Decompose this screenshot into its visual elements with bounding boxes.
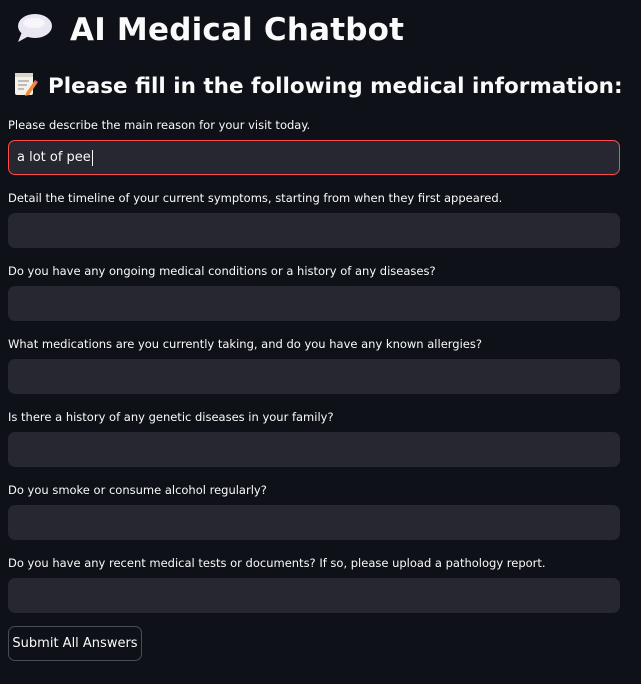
medical-tests-input-box[interactable] <box>8 578 620 613</box>
question-label: What medications are you currently takin… <box>8 337 482 351</box>
smoke-alcohol-input[interactable] <box>17 515 619 530</box>
input-value: a lot of pee <box>17 150 91 165</box>
question-medical-conditions: Do you have any ongoing medical conditio… <box>8 264 620 321</box>
medical-conditions-input[interactable] <box>17 296 619 311</box>
app-page: AI Medical Chatbot Please fill in the fo… <box>0 0 641 684</box>
question-visit-reason: Please describe the main reason for your… <box>8 118 620 175</box>
question-family-genetic-history: Is there a history of any genetic diseas… <box>8 410 620 467</box>
medical-conditions-input-box[interactable] <box>8 286 620 321</box>
question-smoke-alcohol: Do you smoke or consume alcohol regularl… <box>8 483 620 540</box>
question-label: Is there a history of any genetic diseas… <box>8 410 334 424</box>
form-heading: Please fill in the following medical inf… <box>48 73 623 99</box>
medical-tests-input[interactable] <box>17 588 619 603</box>
app-header: AI Medical Chatbot <box>14 8 404 52</box>
visit-reason-input[interactable]: a lot of pee <box>8 140 620 175</box>
medications-allergies-input-box[interactable] <box>8 359 620 394</box>
medications-allergies-input[interactable] <box>17 369 619 384</box>
question-medications-allergies: What medications are you currently takin… <box>8 337 620 394</box>
smoke-alcohol-input-box[interactable] <box>8 505 620 540</box>
symptom-timeline-input[interactable] <box>17 223 619 238</box>
family-genetic-history-input[interactable] <box>17 442 619 457</box>
question-medical-tests: Do you have any recent medical tests or … <box>8 556 620 613</box>
symptom-timeline-input-box[interactable] <box>8 213 620 248</box>
question-label: Do you have any ongoing medical conditio… <box>8 264 436 278</box>
text-caret <box>91 149 93 166</box>
speech-bubble-icon <box>14 11 54 49</box>
family-genetic-history-input-box[interactable] <box>8 432 620 467</box>
question-label: Do you have any recent medical tests or … <box>8 556 546 570</box>
memo-icon <box>14 71 38 101</box>
page-title: AI Medical Chatbot <box>70 12 405 48</box>
question-symptom-timeline: Detail the timeline of your current symp… <box>8 191 620 248</box>
question-label: Do you smoke or consume alcohol regularl… <box>8 483 267 497</box>
question-label: Detail the timeline of your current symp… <box>8 191 503 205</box>
form-heading-row: Please fill in the following medical inf… <box>14 70 623 102</box>
submit-all-answers-button[interactable]: Submit All Answers <box>8 626 142 661</box>
question-label: Please describe the main reason for your… <box>8 118 311 132</box>
